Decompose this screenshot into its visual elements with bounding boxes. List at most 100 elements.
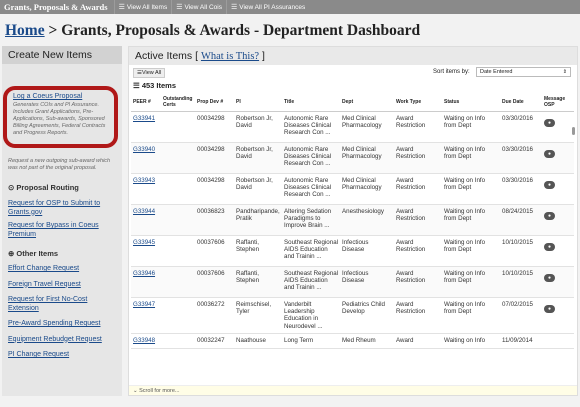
message-bubble-icon[interactable]: ● [544, 211, 555, 220]
due-date-cell: 10/10/2015 [500, 266, 542, 298]
proposal-routing-title: Proposal Routing [16, 183, 79, 192]
due-date-cell: 07/02/2015 [500, 297, 542, 335]
prop-dev-cell: 00036272 [195, 297, 234, 335]
pi-cell: Raffanti, Stephen [234, 235, 282, 267]
certs-cell [161, 297, 195, 335]
other-items-heading: ⊕ Other Items [2, 249, 122, 258]
page-title-text: > Grants, Proposals & Awards - Departmen… [44, 22, 421, 39]
view-all-button[interactable]: ☰View All [133, 68, 166, 78]
sort-label: Sort items by: [433, 69, 470, 75]
home-link[interactable]: Home [5, 22, 45, 39]
message-bubble-icon[interactable]: ● [544, 304, 555, 313]
peer-link[interactable]: G33944 [131, 204, 161, 236]
bypass-coeus-request-link[interactable]: Request for Bypass in Coeus Premium [2, 222, 122, 239]
active-items-panel: Active Items [ What is This? ] ☰View All… [128, 46, 578, 396]
title-cell: Autonomic Rare Diseases Clinical Researc… [282, 173, 340, 205]
view-all-pi-assurances-label: View All PI Assurances [239, 3, 306, 11]
prop-dev-cell: 00036823 [195, 204, 234, 236]
view-all-items-label: View All Items [126, 3, 168, 11]
table-row[interactable]: G33948 00032247 Naathouse Long Term Med … [131, 333, 574, 349]
log-coeus-proposal-link[interactable]: Log a Coeus Proposal [7, 93, 114, 102]
view-all-items-link[interactable]: ☰ View All Items [113, 0, 172, 14]
sort-select[interactable]: Date Entered ⇕ [476, 67, 571, 77]
list-icon: ☰ [133, 81, 142, 90]
col-header-dept[interactable]: Dept [340, 93, 394, 112]
equipment-rebudget-request-link[interactable]: Equipment Rebudget Request [2, 336, 122, 345]
col-header-certs[interactable]: Outstanding Certs [161, 93, 195, 112]
message-bubble-icon[interactable]: ● [544, 118, 555, 127]
pi-change-request-link[interactable]: PI Change Request [2, 351, 122, 360]
peer-link[interactable]: G33947 [131, 297, 161, 335]
work-type-cell: Award Restriction [394, 111, 442, 143]
table-row[interactable]: G33946 00037606 Raffanti, Stephen Southe… [131, 266, 574, 298]
col-header-title[interactable]: Title [282, 93, 340, 112]
dept-cell: Infectious Disease [340, 235, 394, 267]
scroll-for-more[interactable]: ⌄ Scroll for more... [129, 385, 577, 395]
peer-link[interactable]: G33943 [131, 173, 161, 205]
title-cell: Southeast Regional AIDS Education and Tr… [282, 235, 340, 267]
message-cell: ● [542, 111, 574, 143]
peer-link[interactable]: G33945 [131, 235, 161, 267]
view-all-cois-label: View All Cois [184, 3, 222, 11]
peer-link[interactable]: G33948 [131, 333, 161, 349]
dept-cell: Pediatrics Child Develop [340, 297, 394, 335]
create-new-items-panel: Create New Items Log a Coeus Proposal Ge… [2, 46, 122, 396]
table-row[interactable]: G33947 00036272 Reimschisel, Tyler Vande… [131, 297, 574, 335]
effort-change-request-link[interactable]: Effort Change Request [2, 265, 122, 274]
work-type-cell: Award Restriction [394, 297, 442, 335]
brand-title[interactable]: Grants, Proposals & Awards [0, 2, 114, 12]
foreign-travel-request-link[interactable]: Foreign Travel Request [2, 281, 122, 290]
no-cost-extension-request-link[interactable]: Request for First No-Cost Extension [2, 296, 122, 313]
due-date-cell: 11/09/2014 [500, 333, 542, 349]
work-type-cell: Award [394, 333, 442, 349]
pi-cell: Reimschisel, Tyler [234, 297, 282, 335]
pre-award-spending-request-link[interactable]: Pre-Award Spending Request [2, 320, 122, 329]
prop-dev-cell: 00034298 [195, 173, 234, 205]
certs-cell [161, 142, 195, 174]
prop-dev-cell: 00037606 [195, 235, 234, 267]
col-header-status[interactable]: Status [442, 93, 500, 112]
col-header-work-type[interactable]: Work Type [394, 93, 442, 112]
col-header-peer[interactable]: PEER # [131, 93, 161, 112]
peer-link[interactable]: G33940 [131, 142, 161, 174]
peer-link[interactable]: G33941 [131, 111, 161, 143]
due-date-cell: 08/24/2015 [500, 204, 542, 236]
message-bubble-icon[interactable]: ● [544, 273, 555, 282]
view-all-cois-link[interactable]: ☰ View All Cois [171, 0, 226, 14]
sidebar-title: Create New Items [2, 46, 122, 64]
status-cell: Waiting on Info [442, 333, 500, 349]
view-all-pi-assurances-link[interactable]: ☰ View All PI Assurances [225, 0, 309, 14]
message-cell [542, 333, 574, 349]
proposal-routing-heading: ⊙ Proposal Routing [2, 183, 122, 192]
scrollbar-thumb[interactable] [572, 127, 575, 135]
table-row[interactable]: G33945 00037606 Raffanti, Stephen Southe… [131, 235, 574, 267]
table-row[interactable]: G33941 00034298 Robertson Jr, David Auto… [131, 111, 574, 143]
message-bubble-icon[interactable]: ● [544, 149, 555, 158]
certs-cell [161, 111, 195, 143]
table-row[interactable]: G33940 00034298 Robertson Jr, David Auto… [131, 142, 574, 174]
dept-cell: Anesthesiology [340, 204, 394, 236]
certs-cell [161, 333, 195, 349]
message-bubble-icon[interactable]: ● [544, 242, 555, 251]
coeus-proposal-callout: Log a Coeus Proposal Generates COIs and … [3, 86, 118, 148]
col-header-pi[interactable]: PI [234, 93, 282, 112]
table-row[interactable]: G33943 00034298 Robertson Jr, David Auto… [131, 173, 574, 205]
table-header-row: PEER # Outstanding Certs Prop Dev # PI T… [131, 93, 574, 112]
peer-link[interactable]: G33946 [131, 266, 161, 298]
what-is-this-link[interactable]: What is This? [201, 51, 259, 62]
pi-cell: Robertson Jr, David [234, 142, 282, 174]
message-cell: ● [542, 204, 574, 236]
list-controls: ☰View All Sort items by: Date Entered ⇕ [129, 65, 577, 79]
col-header-prop-dev[interactable]: Prop Dev # [195, 93, 234, 112]
title-cell: Autonomic Rare Diseases Clinical Researc… [282, 111, 340, 143]
chevron-updown-icon: ⇕ [562, 69, 567, 75]
due-date-cell: 03/30/2016 [500, 173, 542, 205]
osp-grants-gov-request-link[interactable]: Request for OSP to Submit to Grants.gov [2, 200, 122, 217]
prop-dev-cell: 00034298 [195, 111, 234, 143]
table-row[interactable]: G33944 00036823 Pandharipande, Pratik Al… [131, 204, 574, 236]
list-icon: ☰ [176, 4, 183, 11]
col-header-due-date[interactable]: Due Date [500, 93, 542, 112]
message-bubble-icon[interactable]: ● [544, 180, 555, 189]
message-cell: ● [542, 235, 574, 267]
other-items-title: Other Items [16, 249, 59, 258]
